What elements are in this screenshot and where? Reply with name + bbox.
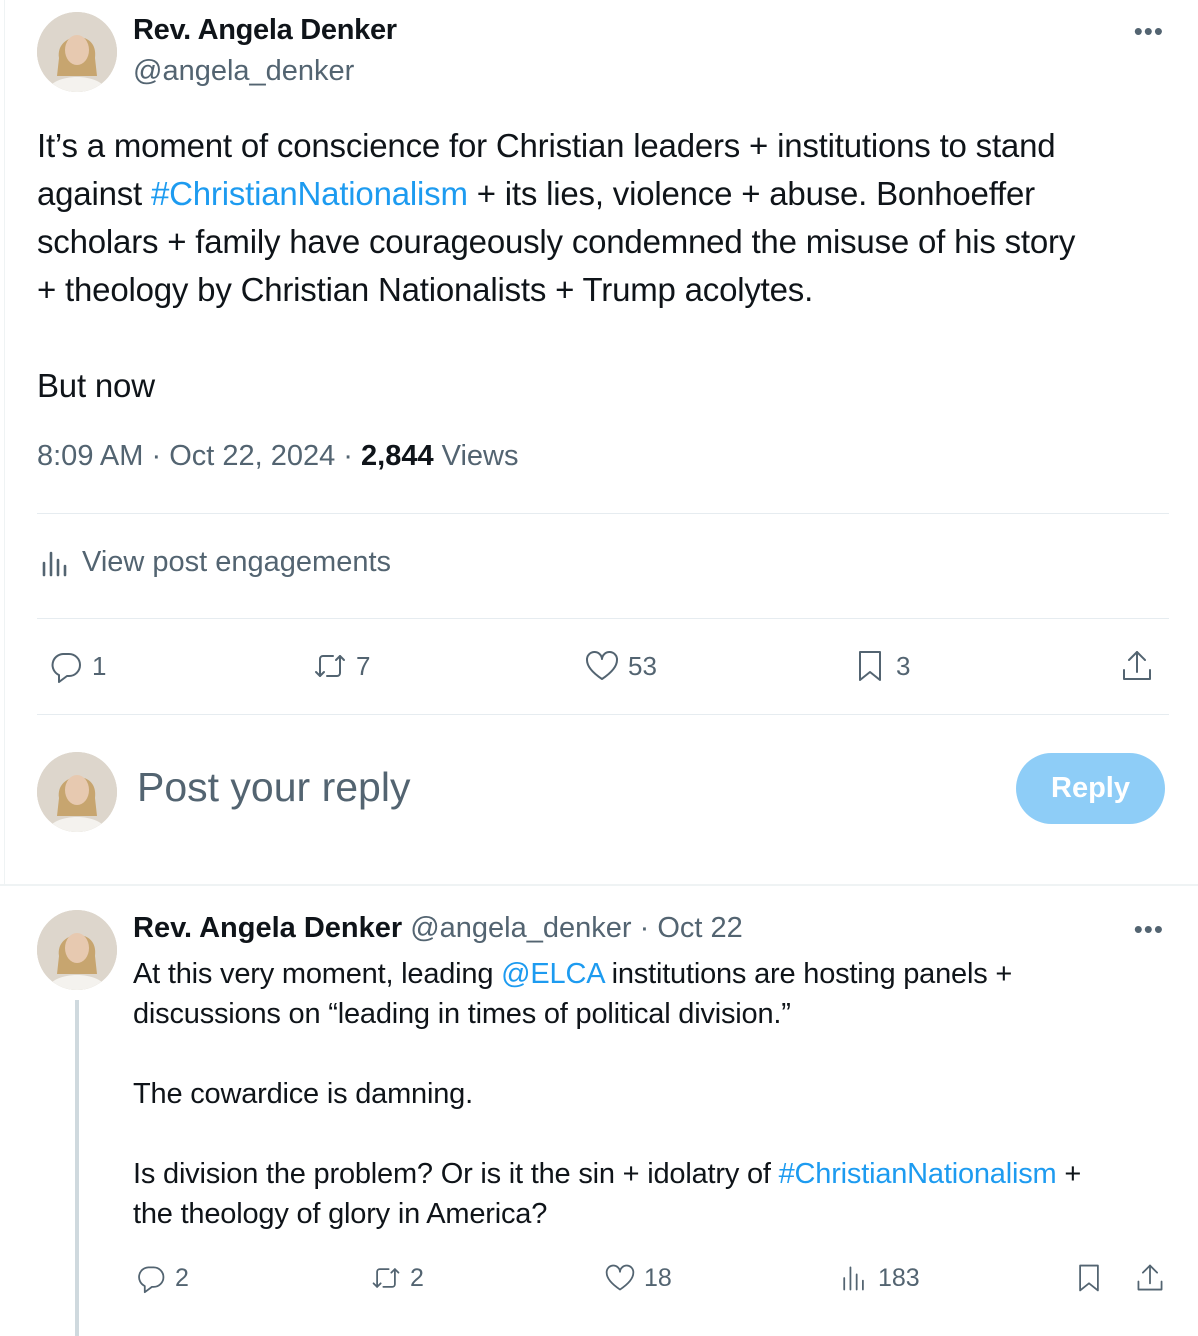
- heart-icon: [586, 651, 618, 680]
- hashtag-link[interactable]: #ChristianNationalism: [151, 175, 468, 212]
- thread-bookmark-action[interactable]: [1073, 1262, 1105, 1294]
- author-handle[interactable]: @angela_denker: [133, 55, 354, 88]
- text-segment: + its lies, violence + abuse. Bonhoeffer: [467, 175, 1035, 212]
- post-line: But now: [37, 362, 1177, 410]
- reply-icon: [51, 653, 81, 683]
- repost-icon: [372, 1268, 400, 1288]
- post-line: scholars + family have courageously cond…: [37, 218, 1177, 266]
- thread-views-action[interactable]: 183: [838, 1262, 920, 1294]
- text-segment: scholars + family have courageously cond…: [37, 223, 1076, 260]
- thread-share-action[interactable]: [1134, 1262, 1166, 1294]
- post-line: against #ChristianNationalism + its lies…: [37, 170, 1177, 218]
- thread-repost-action[interactable]: 2: [370, 1262, 424, 1294]
- reply-action[interactable]: 1: [48, 648, 106, 684]
- post-meta: 8:09 AM · Oct 22, 2024 · 2,844 Views: [37, 440, 519, 472]
- thread-text: At this very moment, leading @ELCA insti…: [133, 954, 1183, 1234]
- divider: [37, 618, 1169, 619]
- share-icon: [1123, 651, 1151, 680]
- views-label: Views: [441, 440, 519, 472]
- thread-like-action[interactable]: 18: [604, 1262, 672, 1294]
- divider: [37, 513, 1169, 514]
- text-segment: + theology by Christian Nationalists + T…: [37, 271, 814, 308]
- post-time[interactable]: 8:09 AM: [37, 440, 143, 472]
- more-options-icon[interactable]: •••: [1134, 916, 1164, 942]
- view-engagements-label: View post engagements: [82, 546, 392, 578]
- reply-icon: [138, 1266, 165, 1294]
- more-options-icon[interactable]: •••: [1134, 18, 1164, 44]
- thread-repost-count: 2: [410, 1263, 424, 1292]
- reply-input[interactable]: Post your reply: [137, 764, 410, 811]
- post-line: + theology by Christian Nationalists + T…: [37, 266, 1177, 314]
- thread-line: discussions on “leading in times of poli…: [133, 994, 1183, 1034]
- reply-button[interactable]: Reply: [1016, 753, 1165, 824]
- text-segment: It’s a moment of conscience for Christia…: [37, 127, 1056, 164]
- hashtag-link[interactable]: #ChristianNationalism: [779, 1158, 1057, 1190]
- current-user-avatar[interactable]: [37, 752, 117, 832]
- text-segment: the theology of glory in America?: [133, 1198, 548, 1230]
- text-segment: institutions are hosting panels +: [603, 958, 1013, 990]
- text-segment: +: [1056, 1158, 1082, 1190]
- analytics-icon: [843, 1266, 864, 1291]
- thread-like-count: 18: [644, 1263, 672, 1292]
- like-action[interactable]: 53: [584, 648, 657, 684]
- author-avatar[interactable]: [37, 12, 117, 92]
- view-engagements-link[interactable]: View post engagements: [40, 546, 391, 579]
- bookmark-count: 3: [896, 650, 911, 681]
- text-segment: But now: [37, 367, 155, 404]
- bookmark-action[interactable]: 3: [852, 648, 910, 684]
- thread-views-count: 183: [878, 1263, 920, 1292]
- thread-reply-count: 2: [175, 1263, 189, 1292]
- text-segment: against: [37, 175, 151, 212]
- text-segment: At this very moment, leading: [133, 958, 502, 990]
- analytics-icon: [42, 551, 67, 576]
- divider: [37, 714, 1169, 715]
- repost-action[interactable]: 7: [312, 648, 370, 684]
- thread-line: The cowardice is damning.: [133, 1074, 1183, 1114]
- text-segment: discussions on “leading in times of poli…: [133, 998, 791, 1030]
- repost-count: 7: [356, 650, 371, 681]
- views-count: 2,844: [361, 440, 434, 472]
- thread-author-name[interactable]: Rev. Angela Denker: [133, 912, 402, 944]
- repost-icon: [315, 655, 345, 677]
- thread-header: Rev. Angela Denker @angela_denker · Oct …: [133, 912, 743, 944]
- share-icon: [1137, 1264, 1163, 1291]
- thread-date[interactable]: Oct 22: [657, 912, 742, 944]
- bookmark-icon: [1079, 1264, 1099, 1292]
- thread-line: At this very moment, leading @ELCA insti…: [133, 954, 1183, 994]
- mention-link[interactable]: @ELCA: [501, 958, 604, 990]
- post-line: It’s a moment of conscience for Christia…: [37, 122, 1177, 170]
- text-segment: The cowardice is damning.: [133, 1078, 473, 1110]
- thread-line: Is division the problem? Or is it the si…: [133, 1154, 1183, 1194]
- author-name[interactable]: Rev. Angela Denker: [133, 14, 397, 47]
- reply-count: 1: [92, 650, 107, 681]
- heart-icon: [605, 1264, 635, 1291]
- share-action[interactable]: [1119, 648, 1155, 684]
- thread-author-handle[interactable]: @angela_denker: [410, 912, 631, 944]
- timeline-border: [4, 0, 5, 886]
- thread-connector: [75, 1000, 79, 1336]
- text-segment: Is division the problem? Or is it the si…: [133, 1158, 779, 1190]
- post-text: It’s a moment of conscience for Christia…: [37, 122, 1177, 410]
- thread-reply-action[interactable]: 2: [135, 1262, 189, 1294]
- bookmark-icon: [859, 651, 881, 681]
- section-divider: [0, 884, 1198, 886]
- thread-author-avatar[interactable]: [37, 910, 117, 990]
- thread-line: the theology of glory in America?: [133, 1194, 1183, 1234]
- like-count: 53: [628, 650, 657, 681]
- post-date[interactable]: Oct 22, 2024: [169, 440, 335, 472]
